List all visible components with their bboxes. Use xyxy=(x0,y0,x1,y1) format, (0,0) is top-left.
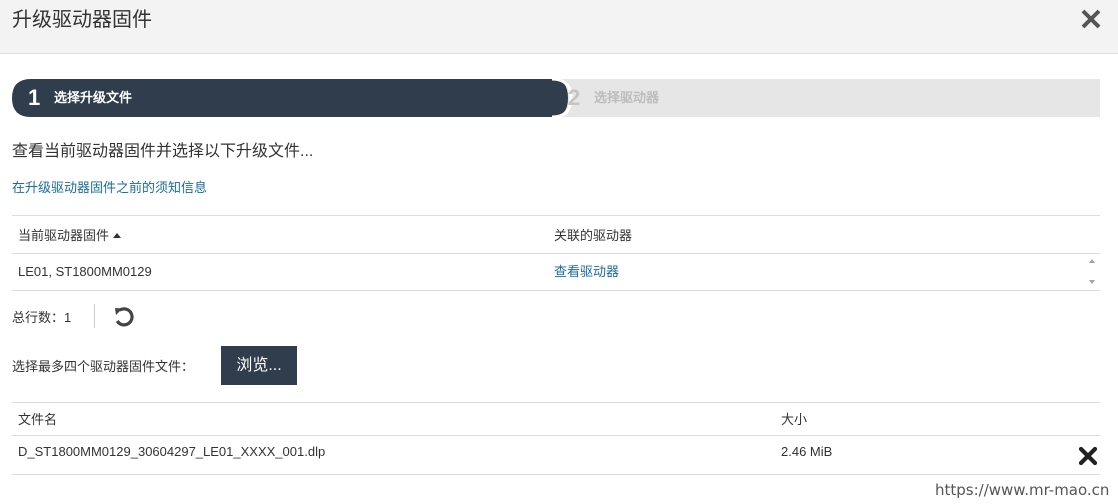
browse-button[interactable]: 浏览... xyxy=(221,346,297,385)
column-header-file-name: 文件名 xyxy=(18,412,58,427)
column-header-firmware[interactable]: 当前驱动器固件 xyxy=(18,227,122,245)
watermark-url: https://www.mr-mao.cn xyxy=(935,481,1110,499)
view-drives-link[interactable]: 查看驱动器 xyxy=(554,263,619,281)
table-divider xyxy=(12,215,1100,216)
table-divider xyxy=(12,402,1100,403)
wizard-steps: 1 选择升级文件 2 选择驱动器 xyxy=(12,79,1100,117)
column-header-size: 大小 xyxy=(781,412,808,427)
step-1-label[interactable]: 选择升级文件 xyxy=(54,79,132,117)
scroll-up-arrow-icon[interactable] xyxy=(1089,259,1095,263)
firmware-cell: LE01, ST1800MM0129 xyxy=(18,264,152,279)
table-divider xyxy=(12,253,1100,254)
column-header-firmware-label: 当前驱动器固件 xyxy=(18,228,110,243)
dialog-title: 升级驱动器固件 xyxy=(12,9,152,31)
table-divider xyxy=(12,435,1100,436)
step-2-label[interactable]: 选择驱动器 xyxy=(594,79,659,117)
table-scrollbar[interactable] xyxy=(1085,254,1100,290)
refresh-button[interactable] xyxy=(112,305,136,329)
column-header-drives[interactable]: 关联的驱动器 xyxy=(554,227,632,245)
file-name-cell: D_ST1800MM0129_30604297_LE01_XXXX_001.dl… xyxy=(18,444,326,459)
instruction-text: 查看当前驱动器固件并选择以下升级文件... xyxy=(12,143,314,160)
file-size-cell: 2.46 MiB xyxy=(781,444,833,459)
step-1-number: 1 xyxy=(28,85,41,110)
step-2-number: 2 xyxy=(568,85,581,110)
file-select-label: 选择最多四个驱动器固件文件： xyxy=(12,359,195,374)
remove-file-button[interactable] xyxy=(1078,446,1098,466)
table-divider xyxy=(12,290,1100,291)
firmware-info-link[interactable]: 在升级驱动器固件之前的须知信息 xyxy=(12,179,207,197)
refresh-icon xyxy=(115,307,134,327)
scroll-down-arrow-icon[interactable] xyxy=(1089,280,1095,284)
dialog-header: 升级驱动器固件 xyxy=(0,0,1118,54)
close-button[interactable] xyxy=(1078,6,1104,32)
close-x-icon xyxy=(1081,9,1101,29)
table-divider xyxy=(12,474,1100,475)
sort-ascending-icon xyxy=(113,233,122,238)
remove-x-icon xyxy=(1078,446,1098,466)
separator xyxy=(94,304,95,328)
total-rows-count: 总行数：1 xyxy=(12,310,72,325)
